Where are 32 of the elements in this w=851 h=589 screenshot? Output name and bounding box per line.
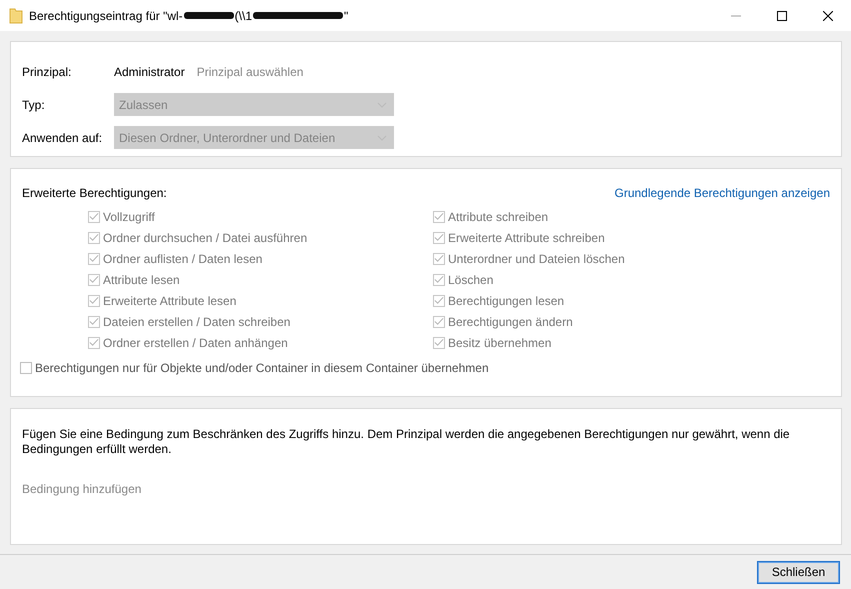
- window-title: ": [344, 8, 348, 22]
- check-icon: [89, 317, 99, 326]
- close-icon[interactable]: [823, 10, 833, 20]
- field-label: Anwenden auf:: [22, 130, 104, 144]
- check-icon: [434, 233, 444, 242]
- window-title: (\\1: [234, 8, 252, 22]
- folder-icon: [9, 8, 23, 24]
- field-label: Typ:: [22, 98, 46, 112]
- check-icon: [434, 212, 444, 221]
- check-icon: [89, 254, 99, 263]
- check-icon: [89, 233, 99, 242]
- check-icon: [89, 338, 99, 347]
- inherit-checkbox[interactable]: Berechtigungen nur für Objekte und/oder Container in diesem Container übernehmen: [20, 357, 830, 378]
- check-icon: [89, 296, 99, 305]
- check-icon: [434, 317, 444, 326]
- section-title: Erweiterte Berechtigungen:: [22, 186, 167, 200]
- check-icon: [89, 212, 99, 221]
- check-icon: [434, 338, 444, 347]
- basic-permissions-link[interactable]: Grundlegende Berechtigungen anzeigen: [614, 186, 830, 200]
- redaction-mark: [184, 12, 234, 19]
- maximize-icon[interactable]: [777, 10, 787, 20]
- check-icon: [89, 275, 99, 284]
- check-icon: [434, 296, 444, 305]
- close-button[interactable]: Schließen: [757, 560, 840, 584]
- principal-label: Prinzipal:: [22, 64, 72, 78]
- add-condition-link[interactable]: Bedingung hinzufügen: [22, 482, 142, 496]
- check-icon: [434, 275, 444, 284]
- select-principal-link[interactable]: Prinzipal auswählen: [196, 64, 304, 78]
- check-icon: [434, 254, 444, 263]
- principal-name: Administrator: [114, 64, 185, 78]
- condition-description: Fügen Sie eine Bedingung zum Beschränken des Zugriffs hinzu. Dem Prinzipal werden die angegebenen Berechtigungen nur gewährt, wenn die Bedingungen erfüllt werden.: [22, 427, 791, 457]
- window-title: Berechtigungseintrag für "wl-: [29, 8, 183, 22]
